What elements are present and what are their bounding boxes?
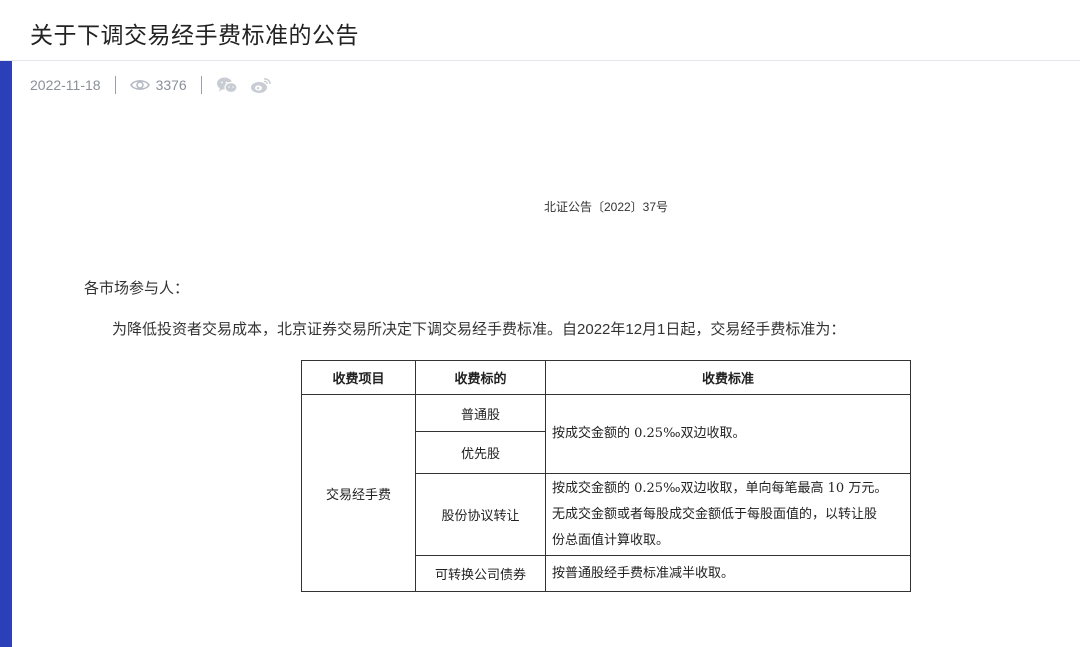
target-cell: 可转换公司债券 (415, 555, 546, 592)
view-count: 3376 (129, 77, 187, 93)
fee-item-cell: 交易经手费 (301, 394, 416, 592)
meta-divider (200, 76, 202, 94)
standard-line: 份总面值计算收取。 (552, 532, 670, 548)
standard-cell: 按成交金额的 0.25‰双边收取，单向每笔最高 10 万元。 无成交金额或者每股… (545, 473, 911, 556)
table-header-row: 收费项目 收费标的 收费标准 (301, 360, 911, 395)
page-title: 关于下调交易经手费标准的公告 (30, 22, 359, 48)
table-row: 交易经手费 普通股 按成交金额的 0.25‰双边收取。 (301, 394, 911, 592)
publish-date: 2022-11-18 (30, 77, 101, 93)
column-header: 收费项目 (301, 360, 416, 395)
fee-table: 收费项目 收费标的 收费标准 交易经手费 普通股 按成交金额的 0.25‰双边收… (301, 360, 911, 592)
wechat-icon[interactable] (216, 76, 238, 94)
document-number-text: 北证公告〔2022〕37号 (543, 200, 669, 214)
salutation: 各市场参与人： (84, 280, 190, 297)
standard-line: 按成交金额的 0.25‰双边收取，单向每笔最高 10 万元。 (552, 480, 888, 496)
document-number: 北证公告〔2022〕37号 (12, 198, 1080, 215)
standard-cell: 按成交金额的 0.25‰双边收取。 (545, 394, 911, 474)
announcement-paragraph: 为降低投资者交易成本，北京证券交易所决定下调交易经手费标准。自2022年12月1… (112, 321, 846, 338)
meta-divider (114, 76, 116, 94)
weibo-icon[interactable] (250, 76, 272, 94)
standard-line: 无成交金额或者每股成交金额低于每股面值的，以转让股 (552, 506, 878, 522)
share-buttons (216, 76, 272, 94)
target-cell: 股份协议转让 (415, 473, 546, 556)
target-cell: 优先股 (415, 431, 546, 474)
view-count-value: 3376 (155, 77, 187, 93)
standard-cell: 按普通股经手费标准减半收取。 (545, 555, 911, 592)
eye-icon (129, 80, 150, 90)
article-meta: 2022-11-18 3376 (30, 75, 272, 95)
target-cell: 普通股 (415, 394, 546, 432)
article-content: 2022-11-18 3376 北证公告〔2022〕37号 各市场参与人： 为降… (12, 61, 1080, 647)
column-header: 收费标准 (545, 360, 911, 395)
title-bar: 关于下调交易经手费标准的公告 (0, 0, 1080, 61)
column-header: 收费标的 (415, 360, 546, 395)
